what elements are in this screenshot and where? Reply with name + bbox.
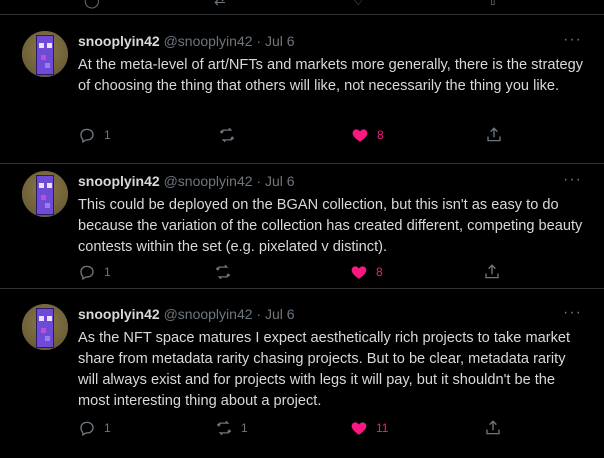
like-button[interactable]: 8 [350,263,383,281]
share-button[interactable] [485,126,503,144]
tweet-header: snooplyin42 @snooplyin42 · Jul 6 [78,173,295,189]
like-count: 11 [376,421,389,435]
display-name[interactable]: snooplyin42 [78,33,160,49]
share-button[interactable] [483,263,501,281]
heart-icon[interactable]: ♡ [352,0,365,9]
separator-dot: · [256,33,262,49]
retweet-button[interactable] [214,263,240,281]
like-count: 8 [377,128,384,142]
tweet-date[interactable]: Jul 6 [265,33,295,49]
retweet-icon [216,420,232,436]
avatar[interactable] [22,171,68,217]
heart-icon [351,422,367,435]
tweet-actions: 1 8 [78,126,508,146]
tweet-actions: 1 1 11 [78,419,508,439]
like-button[interactable]: 8 [351,126,384,144]
user-handle[interactable]: @snooplyin42 [164,306,253,322]
tweet[interactable]: snooplyin42 @snooplyin42 · Jul 6 ··· At … [0,31,604,164]
reply-count: 1 [104,421,111,435]
tweet-date[interactable]: Jul 6 [265,306,295,322]
retweet-icon[interactable]: ⇄ [214,0,226,9]
tweet-text: This could be deployed on the BGAN colle… [78,197,583,255]
retweet-icon [219,127,235,143]
user-handle[interactable]: @snooplyin42 [164,33,253,49]
display-name[interactable]: snooplyin42 [78,306,160,322]
heart-icon [351,266,367,279]
tweet-header: snooplyin42 @snooplyin42 · Jul 6 [78,306,295,322]
share-icon[interactable]: ⇧ [487,0,499,9]
separator-dot: · [256,173,262,189]
like-count: 8 [376,265,383,279]
avatar[interactable] [22,304,68,350]
more-icon[interactable]: ··· [563,304,582,322]
more-icon[interactable]: ··· [563,171,582,189]
tweet-text: As the NFT space matures I expect aesthe… [78,330,571,409]
tweet-text: At the meta-level of art/NFTs and market… [78,57,584,94]
share-button[interactable] [484,419,502,437]
retweet-button[interactable] [218,126,244,144]
tweet[interactable]: snooplyin42 @snooplyin42 · Jul 6 ··· As … [0,304,604,454]
tweet-header: snooplyin42 @snooplyin42 · Jul 6 [78,33,295,49]
reply-count: 1 [104,265,111,279]
reply-icon [80,265,94,281]
separator-dot: · [256,306,262,322]
heart-icon [352,129,368,142]
tweet-date[interactable]: Jul 6 [265,173,295,189]
reply-button[interactable]: 1 [78,419,111,437]
more-icon[interactable]: ··· [563,31,582,49]
reply-icon[interactable]: ◯ [84,0,100,9]
avatar[interactable] [22,31,68,77]
retweet-count: 1 [241,421,248,435]
reply-button[interactable]: 1 [78,126,111,144]
reply-icon [80,128,94,144]
reply-button[interactable]: 1 [78,263,111,281]
share-icon [487,127,501,142]
reply-count: 1 [104,128,111,142]
user-handle[interactable]: @snooplyin42 [164,173,253,189]
share-icon [486,420,500,435]
retweet-icon [215,264,231,280]
tweet[interactable]: snooplyin42 @snooplyin42 · Jul 6 ··· Thi… [0,171,604,289]
like-button[interactable]: 11 [350,419,388,437]
tweet-actions: 1 8 [78,263,508,283]
retweet-button[interactable]: 1 [215,419,248,437]
reply-icon [80,421,94,437]
display-name[interactable]: snooplyin42 [78,173,160,189]
previous-tweet-actions: ◯ ⇄ ♡ ⇧ [0,0,604,15]
share-icon [485,264,499,279]
